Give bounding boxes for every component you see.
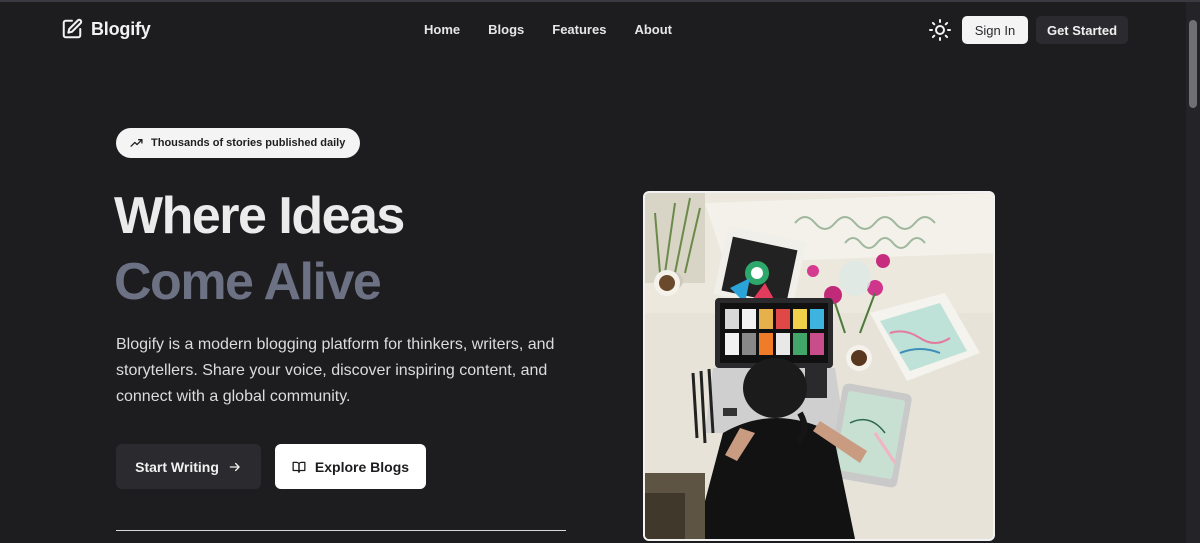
- status-badge: Thousands of stories published daily: [116, 128, 361, 158]
- person-drawing-at-desk-photo: [645, 193, 993, 539]
- theme-toggle-button[interactable]: [928, 18, 952, 42]
- hero-description: Blogify is a modern blogging platform fo…: [116, 336, 555, 405]
- hero-headline-line2: Come Alive: [114, 253, 382, 311]
- get-started-button[interactable]: Get Started: [1036, 16, 1128, 44]
- badge-text: Thousands of stories published daily: [151, 137, 346, 149]
- scrollbar-thumb[interactable]: [1189, 20, 1197, 108]
- trending-up-icon: [130, 138, 143, 147]
- hero-headline-line1: Where Ideas: [114, 187, 405, 245]
- arrow-right-icon: [229, 462, 240, 471]
- sun-icon: [929, 19, 951, 41]
- brand-logo[interactable]: Blogify: [61, 18, 151, 40]
- top-navbar: Blogify Home Blogs Features About Sign I…: [0, 2, 1186, 58]
- nav-link-about[interactable]: About: [634, 22, 672, 37]
- explore-blogs-button[interactable]: Explore Blogs: [275, 444, 426, 489]
- primary-nav: Home Blogs Features About: [424, 22, 672, 37]
- explore-blogs-label: Explore Blogs: [314, 458, 410, 475]
- start-writing-label: Start Writing: [135, 458, 219, 475]
- nav-link-features[interactable]: Features: [552, 22, 606, 37]
- open-book-icon: [292, 461, 306, 473]
- sign-in-button[interactable]: Sign In: [962, 16, 1028, 44]
- section-divider: [116, 530, 566, 531]
- start-writing-button[interactable]: Start Writing: [116, 444, 261, 489]
- hero-image: [643, 191, 995, 541]
- nav-link-home[interactable]: Home: [424, 22, 460, 37]
- nav-link-blogs[interactable]: Blogs: [488, 22, 524, 37]
- edit-square-icon: [62, 18, 83, 39]
- brand-name: Blogify: [91, 18, 151, 39]
